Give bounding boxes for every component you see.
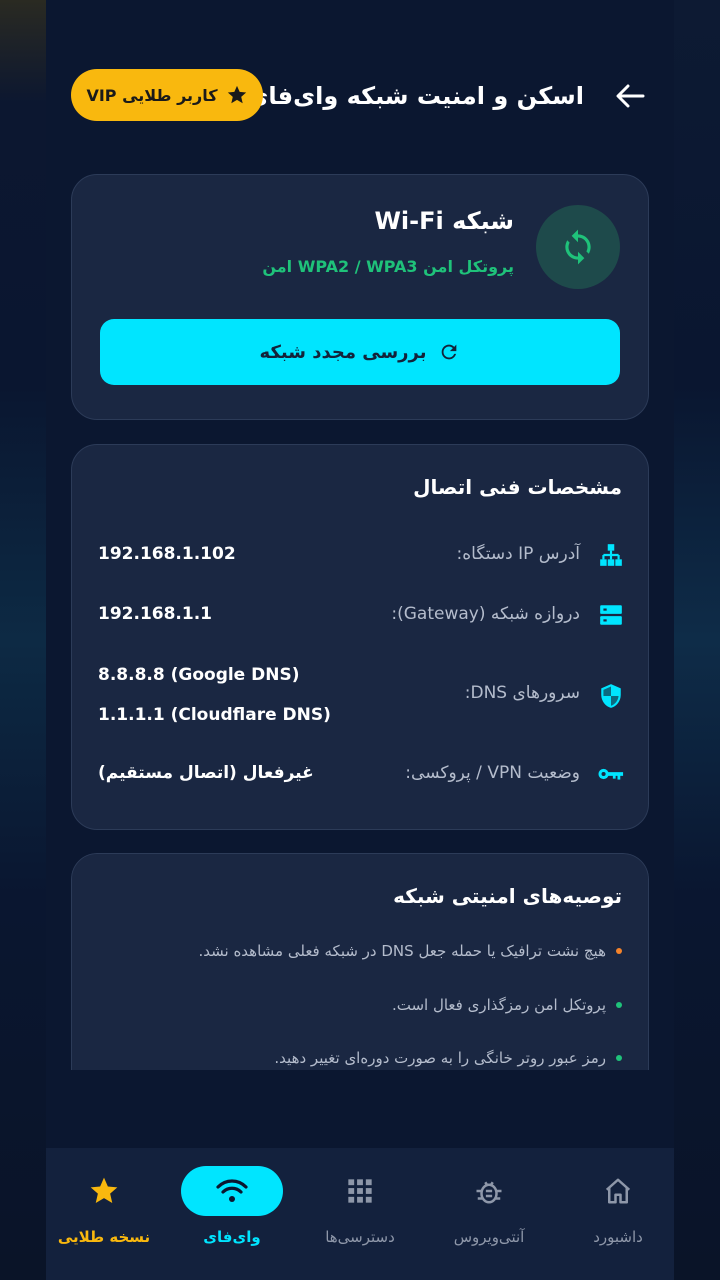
network-name: شبکه Wi-Fi [374, 207, 514, 235]
page-title: اسکن و امنیت شبکه وای‌فای [246, 82, 584, 110]
spec-label-ip: آدرس IP دستگاه: [456, 544, 581, 564]
recheck-network-button[interactable]: بررسی مجدد شبکه [100, 319, 620, 385]
app-screen: اسکن و امنیت شبکه وای‌فای کاربر طلایی VI… [46, 0, 674, 1280]
specs-title: مشخصات فنی اتصال [413, 475, 622, 499]
spec-label-gateway: دروازه شبکه (Gateway): [391, 604, 580, 624]
nav-icon-wrap [309, 1166, 411, 1216]
spec-value-dns-secondary: 1.1.1.1 (Cloudflare DNS) [98, 705, 331, 725]
wifi-icon [216, 1179, 248, 1202]
bottom-navigation: داشبورد آنتی‌ویروس [46, 1148, 674, 1280]
spec-row-ip: آدرس IP دستگاه: 192.168.1.102 [72, 534, 650, 574]
spec-label-vpn: وضعیت VPN / پروکسی: [405, 763, 580, 783]
network-status-icon-wrap [536, 205, 620, 289]
spec-row-gateway: دروازه شبکه (Gateway): 192.168.1.1 [72, 594, 650, 634]
vip-label: کاربر طلایی VIP [86, 85, 218, 105]
recheck-label: بررسی مجدد شبکه [259, 341, 427, 363]
shield-icon [598, 683, 624, 709]
server-icon [598, 602, 624, 628]
network-tree-icon [598, 542, 624, 568]
spec-value-gateway: 192.168.1.1 [98, 604, 213, 624]
nav-item-antivirus[interactable]: آنتی‌ویروس [429, 1166, 549, 1262]
home-icon [605, 1178, 631, 1204]
vip-badge[interactable]: کاربر طلایی VIP [71, 69, 263, 121]
network-status-card: شبکه Wi-Fi پروتکل امن WPA2 / WPA3 امن بر… [71, 174, 649, 420]
key-icon [598, 761, 624, 787]
tip-text: هیچ نشت ترافیک یا حمله جعل DNS در شبکه ف… [198, 942, 606, 960]
header: اسکن و امنیت شبکه وای‌فای کاربر طلایی VI… [46, 64, 674, 124]
network-protocol: پروتکل امن WPA2 / WPA3 امن [262, 257, 514, 276]
refresh-icon [442, 344, 457, 360]
star-icon [90, 1177, 118, 1203]
tip-item: پروتکل امن رمزگذاری فعال است. [392, 996, 622, 1014]
nav-icon-wrap [567, 1166, 669, 1216]
security-tips-viewport[interactable]: توصیه‌های امنیتی شبکه هیچ نشت ترافیک یا … [71, 853, 649, 1070]
nav-item-dashboard[interactable]: داشبورد [558, 1166, 674, 1262]
nav-item-wifi[interactable]: وای‌فای [172, 1166, 292, 1262]
nav-icon-wrap [438, 1166, 540, 1216]
tips-title: توصیه‌های امنیتی شبکه [393, 884, 622, 908]
security-tips-card: توصیه‌های امنیتی شبکه هیچ نشت ترافیک یا … [71, 853, 649, 1070]
sync-icon [565, 229, 591, 265]
grid-icon [348, 1179, 372, 1203]
nav-item-permissions[interactable]: دسترسی‌ها [300, 1166, 420, 1262]
star-icon [227, 85, 246, 104]
spec-label-dns: سرورهای DNS: [464, 683, 580, 703]
safe-dot-icon [616, 1002, 622, 1008]
nav-label: داشبورد [593, 1228, 643, 1246]
tip-text: پروتکل امن رمزگذاری فعال است. [391, 996, 606, 1014]
nav-label: آنتی‌ویروس [453, 1228, 525, 1246]
safe-dot-icon [616, 1055, 622, 1061]
nav-item-gold-version[interactable]: نسخه طلایی [46, 1166, 164, 1262]
spec-value-dns-primary: 8.8.8.8 (Google DNS) [98, 665, 300, 685]
back-button[interactable] [610, 76, 650, 116]
tip-item: هیچ نشت ترافیک یا حمله جعل DNS در شبکه ف… [198, 942, 622, 960]
spec-value-ip: 192.168.1.102 [98, 544, 236, 564]
tip-item: رمز عبور روتر خانگی را به صورت دوره‌ای ت… [274, 1049, 622, 1067]
spec-value-vpn: غیرفعال (اتصال مستقیم) [98, 763, 314, 783]
spec-row-vpn: وضعیت VPN / پروکسی: غیرفعال (اتصال مستقی… [72, 753, 650, 793]
tip-text: رمز عبور روتر خانگی را به صورت دوره‌ای ت… [274, 1049, 606, 1067]
nav-label: نسخه طلایی [57, 1228, 151, 1246]
bug-icon [476, 1181, 502, 1204]
spec-row-dns: سرورهای DNS: 8.8.8.8 (Google DNS) 1.1.1.… [72, 655, 650, 735]
arrow-left-icon [616, 84, 645, 108]
right-backdrop [674, 0, 720, 1280]
left-backdrop [0, 0, 46, 1280]
nav-label: دسترسی‌ها [325, 1228, 395, 1246]
nav-icon-wrap [181, 1166, 283, 1216]
warning-dot-icon [616, 948, 622, 954]
nav-label: وای‌فای [203, 1228, 261, 1246]
connection-specs-card: مشخصات فنی اتصال آدرس IP دستگاه: 192.168… [71, 444, 649, 830]
nav-icon-wrap [53, 1166, 155, 1216]
